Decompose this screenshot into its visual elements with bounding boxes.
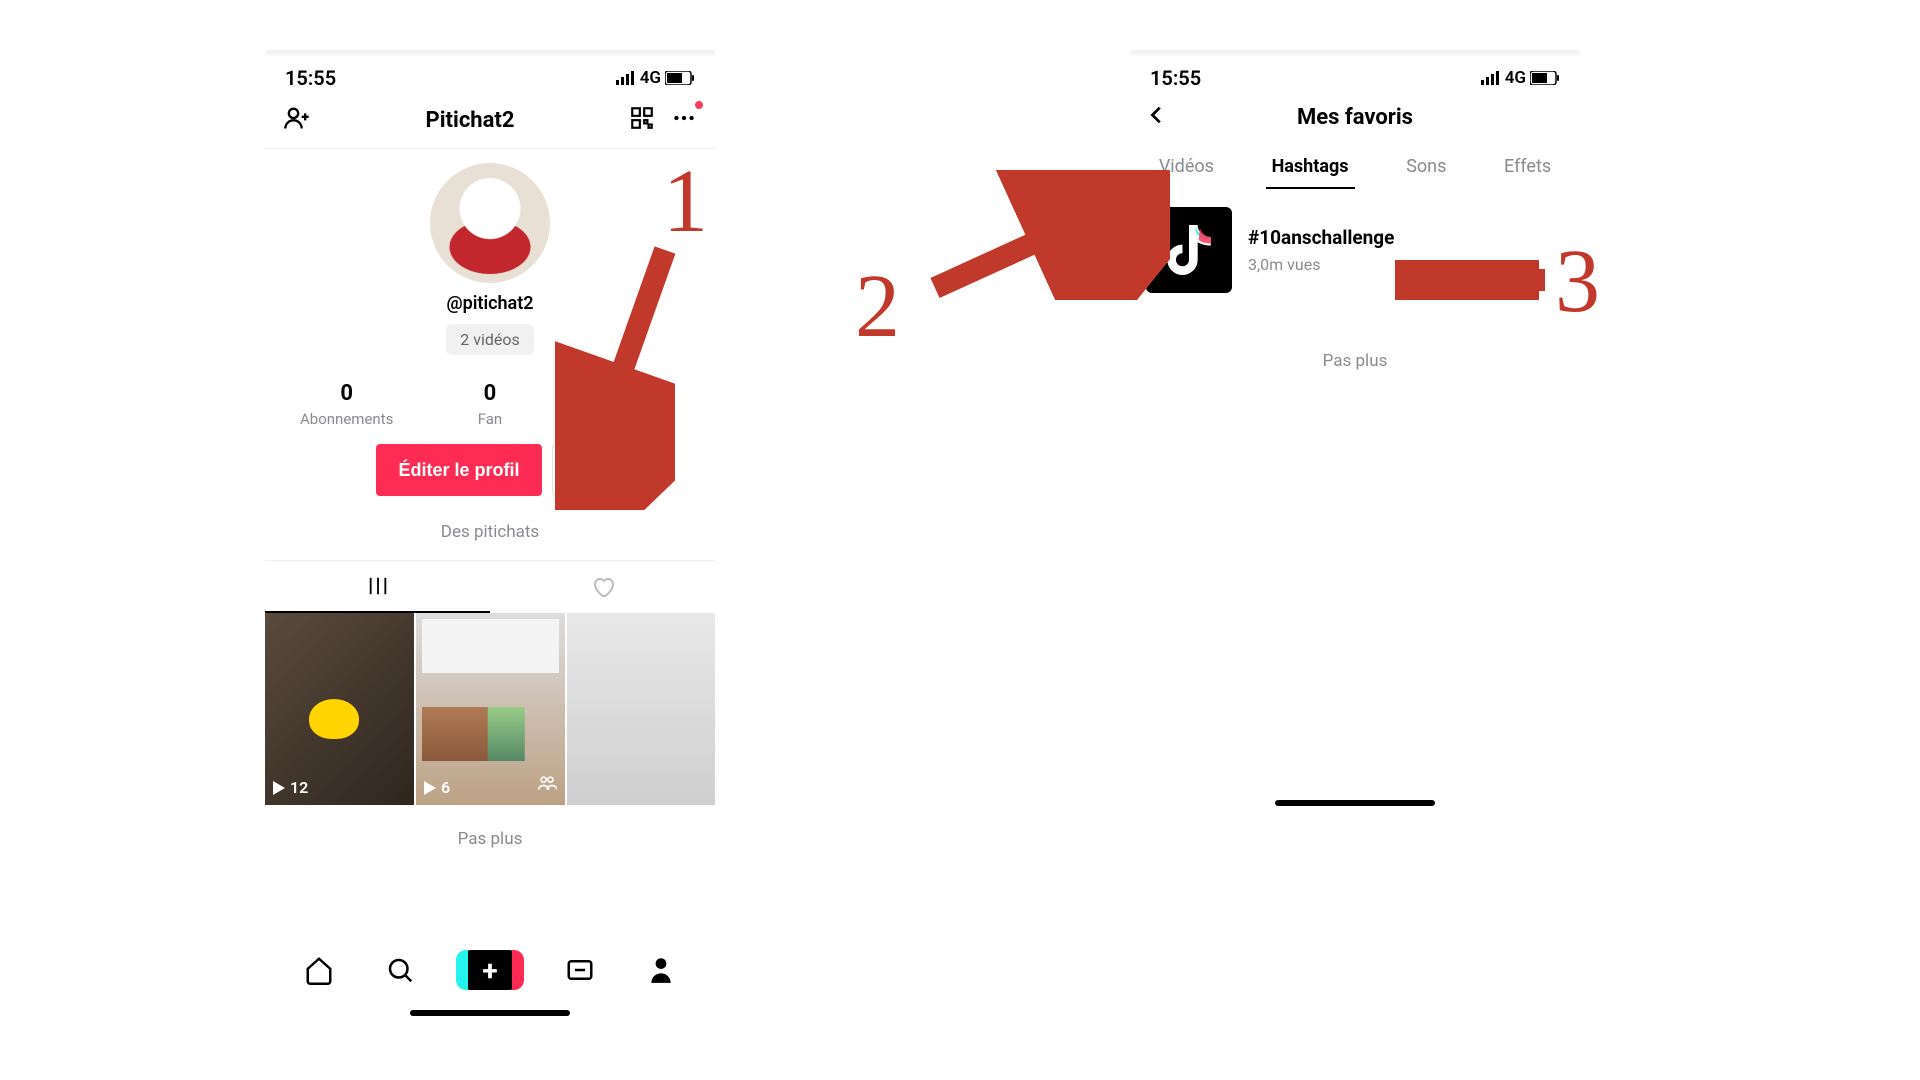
stat-fan-label: Fan [419, 410, 561, 428]
video-thumb[interactable]: 6 [416, 613, 565, 805]
nav-inbox-icon[interactable] [560, 950, 600, 990]
profile-top-bar: Pitichat2 [265, 96, 715, 148]
network-label: 4G [640, 68, 661, 88]
video-thumb[interactable]: 12 [265, 613, 414, 805]
bio-text: Des pitichats [265, 522, 715, 542]
annotation-number-1: 1 [663, 150, 708, 253]
video-count-pill[interactable]: 2 vidéos [446, 324, 534, 355]
annotation-arrow-1 [555, 240, 675, 510]
phone-favorites-screen: 15:55 4G Mes favoris Vidéos Hashtags Son… [1130, 50, 1580, 810]
play-count: 12 [273, 778, 308, 797]
stat-fan[interactable]: 0 Fan [419, 381, 561, 428]
tab-effects[interactable]: Effets [1498, 146, 1557, 189]
phone-top-edge [265, 50, 715, 56]
favorites-title: Mes favoris [1130, 105, 1580, 130]
stat-following[interactable]: 0 Abonnements [276, 381, 418, 428]
people-icon [537, 773, 557, 797]
qr-icon[interactable] [629, 105, 655, 135]
favorites-tabs: Vidéos Hashtags Sons Effets [1130, 142, 1580, 189]
signal-icon [616, 71, 636, 85]
annotation-arrow-2 [920, 170, 1170, 300]
home-indicator [1275, 800, 1435, 806]
stat-following-label: Abonnements [276, 410, 418, 428]
notification-dot [695, 101, 703, 109]
status-bar: 15:55 4G [265, 56, 715, 96]
signal-icon [1481, 71, 1501, 85]
battery-icon [665, 71, 695, 85]
end-of-list: Pas plus [265, 829, 715, 849]
home-indicator [410, 1010, 570, 1016]
annotation-number-2: 2 [855, 255, 900, 358]
tutorial-canvas: 15:55 4G Pitichat2 [0, 0, 1920, 1080]
tab-grid[interactable] [265, 561, 490, 613]
stat-following-num: 0 [276, 381, 418, 406]
status-bar: 15:55 4G [1130, 56, 1580, 96]
video-thumb-placeholder [567, 613, 715, 805]
network-label: 4G [1505, 68, 1526, 88]
phone-top-edge [1130, 50, 1580, 56]
nav-create-button[interactable]: + [461, 950, 519, 990]
clock: 15:55 [285, 66, 336, 90]
back-icon[interactable] [1146, 104, 1168, 130]
tab-liked[interactable] [490, 561, 715, 613]
favorites-header: Mes favoris [1130, 96, 1580, 142]
annotation-arrow-3 [1395, 260, 1550, 300]
add-friends-icon[interactable] [283, 104, 311, 136]
nav-search-icon[interactable] [380, 950, 420, 990]
play-count: 6 [424, 778, 450, 797]
battery-icon [1530, 71, 1560, 85]
clock: 15:55 [1150, 66, 1201, 90]
hashtag-views: 3,0m vues [1248, 255, 1394, 274]
edit-profile-button[interactable]: Éditer le profil [376, 444, 541, 496]
phone-profile-screen: 15:55 4G Pitichat2 [265, 50, 715, 1020]
handle: @pitichat2 [446, 293, 533, 314]
bottom-nav: + [265, 938, 715, 1002]
content-tabs [265, 561, 715, 613]
tab-sounds[interactable]: Sons [1400, 146, 1452, 189]
profile-title: Pitichat2 [426, 108, 515, 133]
video-grid: 12 6 [265, 613, 715, 805]
avatar[interactable] [430, 163, 550, 283]
tab-hashtags[interactable]: Hashtags [1266, 146, 1355, 189]
nav-home-icon[interactable] [299, 950, 339, 990]
hashtag-name: #10anschallenge [1248, 226, 1394, 249]
nav-profile-icon[interactable] [641, 950, 681, 990]
stat-fan-num: 0 [419, 381, 561, 406]
more-icon[interactable] [671, 105, 697, 135]
annotation-number-3: 3 [1555, 230, 1600, 333]
end-of-list: Pas plus [1130, 351, 1580, 371]
